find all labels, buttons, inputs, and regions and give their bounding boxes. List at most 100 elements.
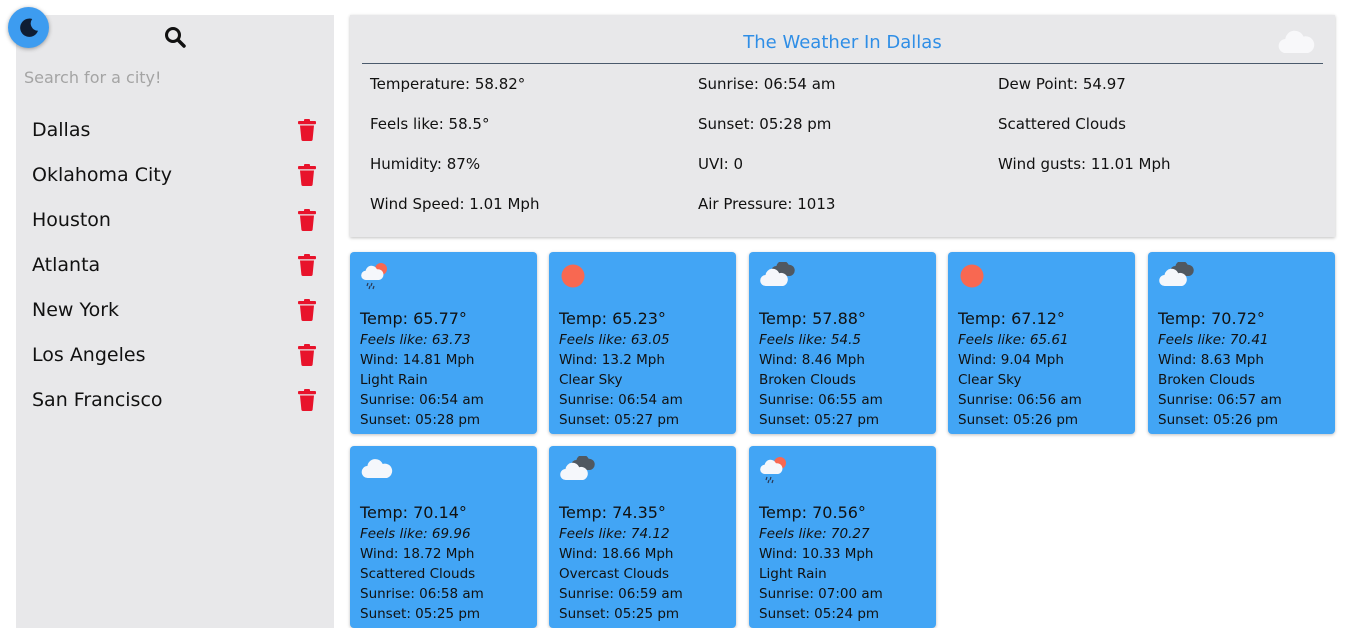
- forecast-wind: Wind: 14.81 Mph: [360, 352, 475, 368]
- city-item-dallas[interactable]: Dallas: [16, 107, 334, 152]
- city-name: Atlanta: [32, 253, 101, 276]
- forecast-wind: Wind: 13.2 Mph: [559, 352, 665, 368]
- forecast-description: Clear Sky: [559, 372, 623, 388]
- trash-icon[interactable]: [297, 208, 317, 231]
- forecast-card[interactable]: Temp: 70.56° Feels like: 70.27 Wind: 10.33…: [749, 446, 936, 628]
- forecast-sunrise: Sunrise: 06:55 am: [759, 392, 883, 408]
- city-item-san-francisco[interactable]: San Francisco: [16, 377, 334, 422]
- forecast-description: Clear Sky: [958, 372, 1022, 388]
- description-stat: Scattered Clouds: [998, 115, 1126, 133]
- uvi-stat: UVI: 0: [698, 155, 744, 173]
- humidity-stat: Humidity: 87%: [370, 155, 481, 173]
- city-name: San Francisco: [32, 388, 163, 411]
- forecast-wind: Wind: 8.63 Mph: [1158, 352, 1264, 368]
- forecast-sunset: Sunset: 05:28 pm: [360, 412, 481, 428]
- forecast-temp: Temp: 65.23°: [559, 309, 666, 328]
- forecast-wind: Wind: 8.46 Mph: [759, 352, 865, 368]
- search-icon[interactable]: [163, 25, 187, 49]
- forecast-sunrise: Sunrise: 06:54 am: [559, 392, 683, 408]
- forecast-sunrise: Sunrise: 06:59 am: [559, 586, 683, 602]
- rain-sun-icon: [759, 456, 789, 488]
- forecast-wind: Wind: 9.04 Mph: [958, 352, 1064, 368]
- trash-icon[interactable]: [297, 388, 317, 411]
- forecast-card[interactable]: Temp: 70.72° Feels like: 70.41 Wind: 8.63 …: [1148, 252, 1335, 434]
- cloud-icon: [360, 456, 394, 484]
- forecast-temp: Temp: 70.14°: [360, 503, 467, 522]
- forecast-sunset: Sunset: 05:24 pm: [759, 606, 880, 622]
- search-input[interactable]: [24, 65, 314, 89]
- forecast-card[interactable]: Temp: 67.12° Feels like: 65.61 Wind: 9.04 …: [948, 252, 1135, 434]
- forecast-sunset: Sunset: 05:27 pm: [759, 412, 880, 428]
- sun-icon: [958, 262, 986, 294]
- temperature-stat: Temperature: 58.82°: [370, 75, 526, 93]
- sunset-stat: Sunset: 05:28 pm: [698, 115, 832, 133]
- forecast-temp: Temp: 70.56°: [759, 503, 866, 522]
- forecast-temp: Temp: 67.12°: [958, 309, 1065, 328]
- forecast-sunrise: Sunrise: 06:54 am: [360, 392, 484, 408]
- feels-like-stat: Feels like: 58.5°: [370, 115, 490, 133]
- forecast-feels-like: Feels like: 70.27: [759, 526, 870, 542]
- sidebar: Dallas Oklahoma City Houston Atlanta New…: [16, 15, 334, 628]
- current-weather-panel: The Weather In Dallas Temperature: 58.82…: [350, 15, 1335, 237]
- forecast-wind: Wind: 18.66 Mph: [559, 546, 674, 562]
- city-item-oklahoma-city[interactable]: Oklahoma City: [16, 152, 334, 197]
- forecast-wind: Wind: 10.33 Mph: [759, 546, 874, 562]
- trash-icon[interactable]: [297, 298, 317, 321]
- forecast-sunrise: Sunrise: 06:56 am: [958, 392, 1082, 408]
- city-name: Los Angeles: [32, 343, 146, 366]
- forecast-temp: Temp: 65.77°: [360, 309, 467, 328]
- forecast-card[interactable]: Temp: 70.14° Feels like: 69.96 Wind: 18.72…: [350, 446, 537, 628]
- city-name: Oklahoma City: [32, 163, 172, 186]
- sun-icon: [559, 262, 587, 294]
- trash-icon[interactable]: [297, 118, 317, 141]
- trash-icon[interactable]: [297, 343, 317, 366]
- trash-icon[interactable]: [297, 163, 317, 186]
- forecast-sunset: Sunset: 05:26 pm: [958, 412, 1079, 428]
- forecast-description: Scattered Clouds: [360, 566, 476, 582]
- forecast-card[interactable]: Temp: 65.23° Feels like: 63.05 Wind: 13.2 …: [549, 252, 736, 434]
- forecast-feels-like: Feels like: 63.05: [559, 332, 670, 348]
- dew-point-stat: Dew Point: 54.97: [998, 75, 1126, 93]
- city-list: Dallas Oklahoma City Houston Atlanta New…: [16, 107, 334, 422]
- forecast-description: Broken Clouds: [1158, 372, 1255, 388]
- forecast-feels-like: Feels like: 54.5: [759, 332, 861, 348]
- city-item-houston[interactable]: Houston: [16, 197, 334, 242]
- forecast-sunset: Sunset: 05:26 pm: [1158, 412, 1279, 428]
- wind-speed-stat: Wind Speed: 1.01 Mph: [370, 195, 540, 213]
- forecast-description: Overcast Clouds: [559, 566, 670, 582]
- broken-clouds-icon: [1158, 260, 1194, 292]
- rain-sun-icon: [360, 262, 390, 294]
- trash-icon[interactable]: [297, 253, 317, 276]
- forecast-description: Broken Clouds: [759, 372, 856, 388]
- title-divider: [362, 63, 1323, 64]
- sunrise-stat: Sunrise: 06:54 am: [698, 75, 836, 93]
- wind-gusts-stat: Wind gusts: 11.01 Mph: [998, 155, 1171, 173]
- city-item-los-angeles[interactable]: Los Angeles: [16, 332, 334, 377]
- forecast-feels-like: Feels like: 74.12: [559, 526, 670, 542]
- forecast-card[interactable]: Temp: 65.77° Feels like: 63.73 Wind: 14.81…: [350, 252, 537, 434]
- forecast-sunrise: Sunrise: 06:57 am: [1158, 392, 1282, 408]
- forecast-sunset: Sunset: 05:25 pm: [559, 606, 680, 622]
- forecast-card[interactable]: Temp: 74.35° Feels like: 74.12 Wind: 18.66…: [549, 446, 736, 628]
- city-item-new-york[interactable]: New York: [16, 287, 334, 332]
- broken-clouds-icon: [559, 454, 595, 486]
- broken-clouds-icon: [759, 260, 795, 292]
- forecast-feels-like: Feels like: 70.41: [1158, 332, 1269, 348]
- forecast-temp: Temp: 57.88°: [759, 309, 866, 328]
- forecast-temp: Temp: 74.35°: [559, 503, 666, 522]
- current-weather-title: The Weather In Dallas: [743, 32, 942, 53]
- city-name: Houston: [32, 208, 111, 231]
- theme-toggle-button[interactable]: [8, 7, 49, 48]
- forecast-feels-like: Feels like: 69.96: [360, 526, 471, 542]
- city-name: New York: [32, 298, 120, 321]
- current-weather-icon: [1277, 27, 1317, 59]
- forecast-sunset: Sunset: 05:25 pm: [360, 606, 481, 622]
- forecast-feels-like: Feels like: 63.73: [360, 332, 471, 348]
- air-pressure-stat: Air Pressure: 1013: [698, 195, 836, 213]
- forecast-sunrise: Sunrise: 06:58 am: [360, 586, 484, 602]
- forecast-card[interactable]: Temp: 57.88° Feels like: 54.5 Wind: 8.46 M…: [749, 252, 936, 434]
- forecast-sunset: Sunset: 05:27 pm: [559, 412, 680, 428]
- forecast-description: Light Rain: [759, 566, 827, 582]
- city-name: Dallas: [32, 118, 91, 141]
- city-item-atlanta[interactable]: Atlanta: [16, 242, 334, 287]
